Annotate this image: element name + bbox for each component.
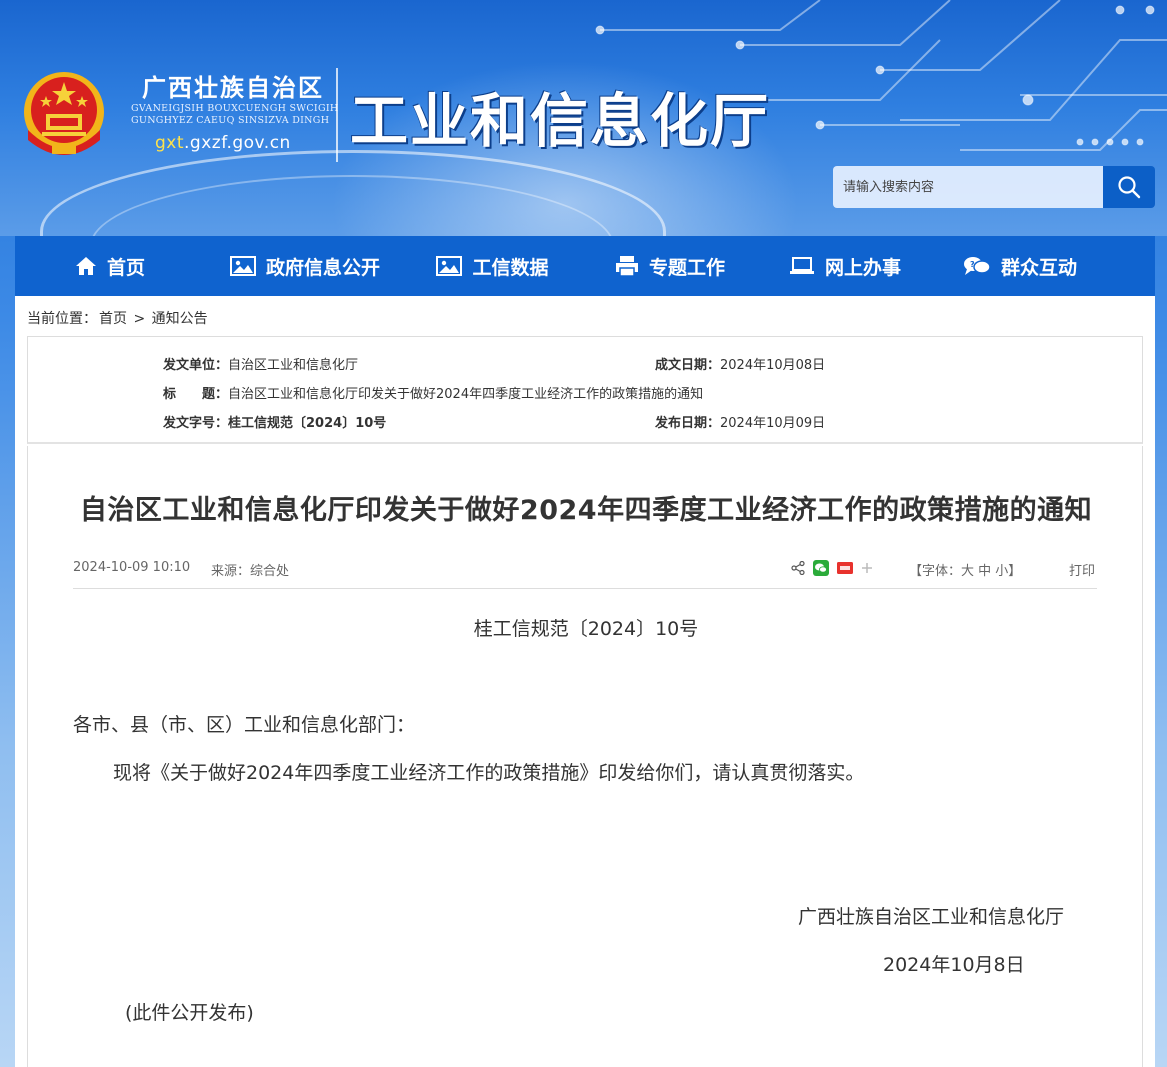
signature-date: 2024年10月8日 [883, 954, 1025, 976]
department-name: 工业和信息化厅 [350, 87, 771, 155]
search-input[interactable] [833, 166, 1103, 208]
article: 自治区工业和信息化厅印发关于做好2024年四季度工业经济工作的政策措施的通知 2… [27, 446, 1143, 1067]
nav-item-label: 网上办事 [824, 256, 901, 279]
breadcrumb-home-link[interactable]: 首页 [99, 311, 127, 327]
national-emblem-icon [24, 72, 104, 155]
share-bar [791, 560, 881, 576]
article-paragraph: 现将《关于做好2024年四季度工业经济工作的政策措施》印发给你们，请认真贯彻落实… [113, 762, 865, 784]
home-icon [75, 257, 96, 275]
breadcrumb-prefix: 当前位置： [27, 311, 97, 327]
article-salutation: 各市、县（市、区）工业和信息化部门： [73, 714, 416, 736]
nav-item-label: 专题工作 [648, 256, 725, 279]
nav-item-special[interactable]: 专题工作 [580, 236, 760, 296]
weibo-icon[interactable] [837, 562, 853, 574]
meta-docno: 发文字号：桂工信规范〔2024〕10号 [163, 412, 386, 431]
nav-item-online[interactable]: 网上办事 [760, 236, 930, 296]
site-url-rest: .gxzf.gov.cn [184, 133, 291, 153]
share-icon[interactable] [791, 561, 805, 575]
meta-created-value: 2024年10月08日 [720, 358, 826, 373]
printer-icon [615, 256, 638, 277]
search-button[interactable] [1103, 166, 1155, 208]
svg-text:?: ? [970, 260, 975, 269]
meta-title-label: 标 题： [163, 387, 229, 402]
nav-item-label: 工信数据 [472, 256, 549, 279]
meta-published-label: 发布日期： [655, 416, 721, 431]
nav-item-interaction[interactable]: ? 群众互动 [930, 236, 1110, 296]
header-divider [336, 68, 338, 162]
laptop-icon [789, 257, 814, 274]
nav-item-data[interactable]: 工信数据 [405, 236, 580, 296]
nav-item-label: 群众互动 [1000, 256, 1077, 279]
document-meta-table: 发文单位：自治区工业和信息化厅 成文日期：2024年10月08日 标 题：自治区… [27, 336, 1143, 444]
article-title: 自治区工业和信息化厅印发关于做好2024年四季度工业经济工作的政策措施的通知 [79, 495, 1093, 526]
main-nav: 首页 政府信息公开 工信数据 专题工作 网上办事 ? 群众互动 [15, 236, 1155, 296]
breadcrumb-current-link[interactable]: 通知公告 [152, 311, 208, 327]
article-datetime: 2024-10-09 10:10 [73, 560, 191, 575]
meta-title-value: 自治区工业和信息化厅印发关于做好2024年四季度工业经济工作的政策措施的通知 [228, 387, 704, 402]
meta-published-value: 2024年10月09日 [720, 416, 826, 431]
org-name-zhuang-line2: GUNGHYEZ CAEUQ SINSIZVA DINGH [131, 115, 330, 126]
nav-item-home[interactable]: 首页 [15, 236, 205, 296]
meta-issuer: 发文单位：自治区工业和信息化厅 [163, 354, 358, 373]
site-url[interactable]: gxt.gxzf.gov.cn [155, 133, 291, 153]
wechat-icon[interactable] [813, 560, 829, 576]
font-size-control[interactable]: 【字体：大 中 小】 [909, 560, 1021, 579]
meta-title: 标 题：自治区工业和信息化厅印发关于做好2024年四季度工业经济工作的政策措施的… [163, 383, 703, 402]
breadcrumb: 当前位置： 首页 > 通知公告 [27, 308, 210, 328]
image-icon [436, 256, 463, 276]
image-icon [229, 256, 256, 276]
breadcrumb-separator: > [133, 311, 146, 327]
org-name-zhuang-line1: GVANEIGJSIH BOUXCUENGH SWCIGIH [131, 103, 339, 114]
search-box [833, 166, 1155, 208]
meta-created-label: 成文日期： [655, 358, 721, 373]
site-header: 广西壮族自治区 GVANEIGJSIH BOUXCUENGH SWCIGIH G… [0, 0, 1167, 236]
org-name-cn: 广西壮族自治区 [142, 74, 324, 102]
search-icon [1118, 176, 1141, 199]
site-url-highlight: gxt [155, 133, 185, 153]
nav-item-gov-info[interactable]: 政府信息公开 [205, 236, 405, 296]
meta-issuer-value: 自治区工业和信息化厅 [228, 358, 359, 373]
meta-created: 成文日期：2024年10月08日 [655, 354, 825, 373]
article-doc-number: 桂工信规范〔2024〕10号 [473, 618, 699, 640]
meta-issuer-label: 发文单位： [163, 358, 229, 373]
meta-published: 发布日期：2024年10月09日 [655, 412, 825, 431]
signature-org: 广西壮族自治区工业和信息化厅 [798, 906, 1065, 928]
meta-docno-value: 桂工信规范〔2024〕10号 [228, 416, 387, 431]
publication-note: (此件公开发布) [125, 1002, 254, 1024]
nav-item-label: 政府信息公开 [265, 256, 380, 279]
plus-icon[interactable] [861, 562, 873, 574]
chat-icon: ? [963, 257, 991, 275]
print-link[interactable]: 打印 [1069, 560, 1095, 579]
article-source: 来源：综合处 [211, 564, 290, 579]
meta-docno-label: 发文字号： [163, 416, 229, 431]
content-panel: 当前位置： 首页 > 通知公告 发文单位：自治区工业和信息化厅 成文日期：2024… [15, 296, 1155, 1067]
nav-item-label: 首页 [106, 256, 145, 279]
article-info-bar: 2024-10-09 10:10 来源：综合处 【字体：大 中 小】 打印 [73, 558, 1097, 589]
